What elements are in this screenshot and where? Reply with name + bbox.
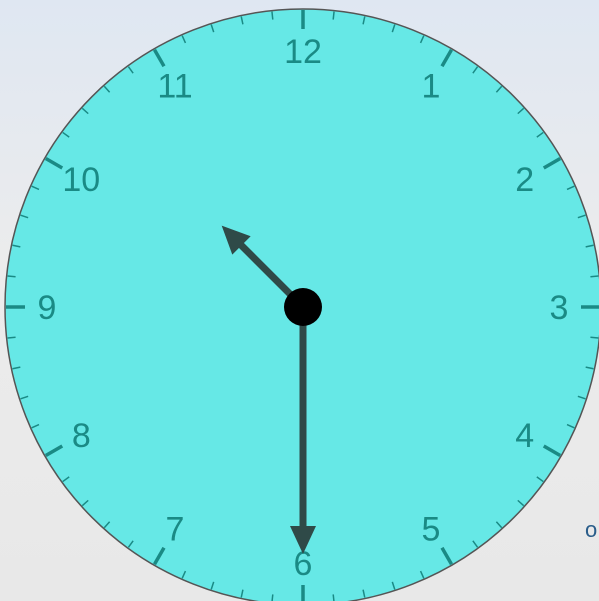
numeral-4: 4 [515,417,534,455]
numeral-1: 1 [422,67,441,105]
minute-tick [332,594,335,601]
numeral-10: 10 [62,161,100,199]
center-pin [284,288,322,326]
edge-mark-text: o [585,522,598,538]
minute-tick [590,336,599,339]
numeral-3: 3 [550,289,569,327]
numeral-8: 8 [72,417,91,455]
minute-tick [7,336,16,339]
numeral-2: 2 [515,161,534,199]
numeral-9: 9 [38,289,57,327]
numeral-7: 7 [166,511,185,549]
numeral-11: 11 [157,67,192,105]
minute-tick [271,594,274,601]
numeral-12: 12 [284,33,322,71]
minute-tick [271,11,274,20]
minute-tick [590,275,599,278]
minute-tick [332,11,335,20]
minute-tick [7,275,16,278]
analog-clock: 121234567891011 [4,8,599,601]
numeral-5: 5 [422,511,441,549]
